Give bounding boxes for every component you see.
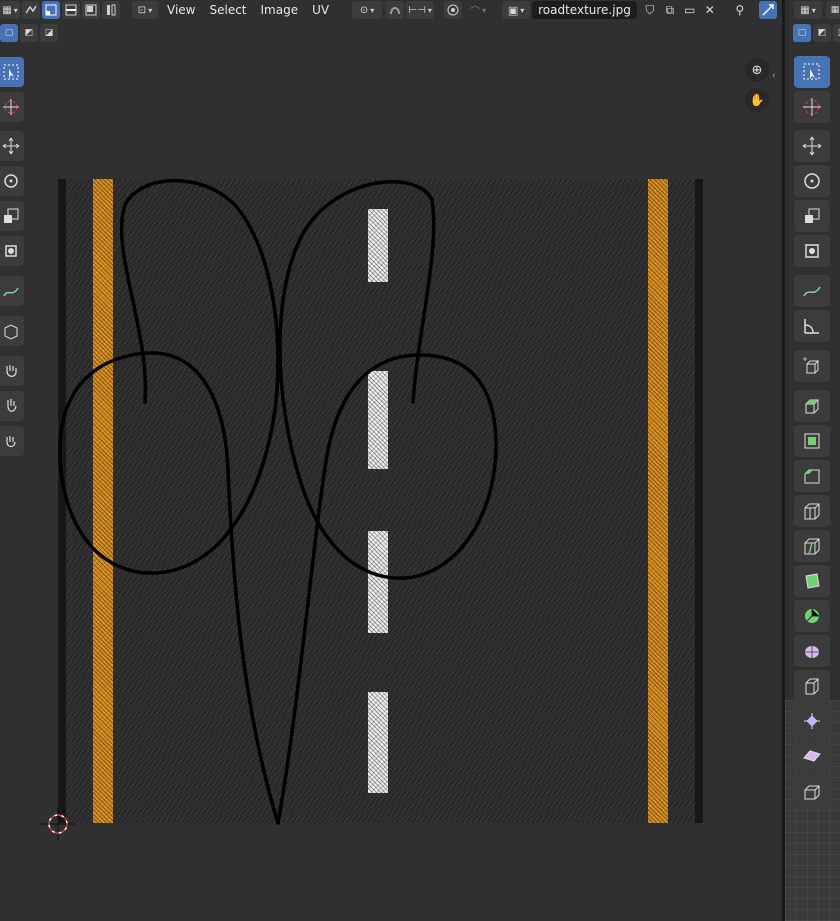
rtool-knife[interactable] xyxy=(794,530,830,562)
2d-cursor-icon[interactable] xyxy=(41,807,75,841)
rtool-add-cube[interactable] xyxy=(794,350,830,382)
annotation-loop-right xyxy=(276,180,498,825)
loop-cut-icon xyxy=(804,503,820,520)
rtool-rotate[interactable] xyxy=(794,165,830,197)
select-extend-icon-right: ◩ xyxy=(817,28,827,38)
scale-icon xyxy=(805,208,820,223)
measure-icon xyxy=(804,319,819,334)
select-new-icon-right: ▢ xyxy=(797,28,807,38)
shrink-fatten-icon xyxy=(804,713,820,729)
transform-icon xyxy=(805,244,819,258)
rtool-transform[interactable] xyxy=(794,235,830,267)
move-icon xyxy=(802,136,822,156)
extrude-icon xyxy=(805,399,820,414)
add-cube-icon xyxy=(803,357,820,374)
inset-icon xyxy=(804,433,820,449)
right-select-mode-row: ▢ ◩ ◪ xyxy=(793,24,840,42)
right-mode-button[interactable]: ▦ xyxy=(826,1,840,19)
cursor-icon xyxy=(803,98,821,116)
rtool-rip-region[interactable] xyxy=(794,775,830,807)
shear-icon xyxy=(803,750,821,762)
annotation-strokes xyxy=(58,178,498,825)
rtool-scale[interactable] xyxy=(794,200,830,232)
right-select-extend-button[interactable]: ◩ xyxy=(813,24,831,42)
rtool-smooth[interactable] xyxy=(794,635,830,667)
annotate-icon xyxy=(803,286,821,297)
right-select-new-button[interactable]: ▢ xyxy=(793,24,811,42)
rip-region-icon xyxy=(804,785,820,800)
rtool-shear[interactable] xyxy=(794,740,830,772)
rotate-icon xyxy=(804,173,820,189)
rtool-shrink-fatten[interactable] xyxy=(794,705,830,737)
knife-icon xyxy=(804,538,820,555)
right-select-subtract-button[interactable]: ◪ xyxy=(833,24,840,42)
bevel-icon xyxy=(804,469,820,484)
rtool-select-box[interactable] xyxy=(794,56,830,88)
poly-build-icon xyxy=(805,573,820,589)
annotation-loop-left xyxy=(58,178,280,825)
select-box-icon xyxy=(803,63,820,80)
spin-icon xyxy=(805,609,819,623)
rtool-move[interactable] xyxy=(794,130,830,162)
rtool-spin[interactable] xyxy=(794,600,830,632)
mode-icon-right: ▦ xyxy=(830,5,840,15)
editor-type-icon-right: ▦ xyxy=(800,4,810,16)
rtool-poly-build[interactable] xyxy=(794,565,830,597)
rtool-cursor[interactable] xyxy=(794,91,830,123)
rtool-loop-cut[interactable] xyxy=(794,495,830,527)
rtool-edge-slide[interactable] xyxy=(794,670,830,702)
rtool-inset[interactable] xyxy=(794,425,830,457)
rtool-measure[interactable] xyxy=(794,310,830,342)
smooth-icon xyxy=(805,646,819,658)
right-editor-type-button[interactable]: ▦ ▾ xyxy=(794,1,822,19)
rtool-annotate[interactable] xyxy=(794,275,830,307)
rtool-bevel[interactable] xyxy=(794,460,830,492)
edge-slide-icon xyxy=(805,678,819,695)
rtool-extrude[interactable] xyxy=(794,390,830,422)
